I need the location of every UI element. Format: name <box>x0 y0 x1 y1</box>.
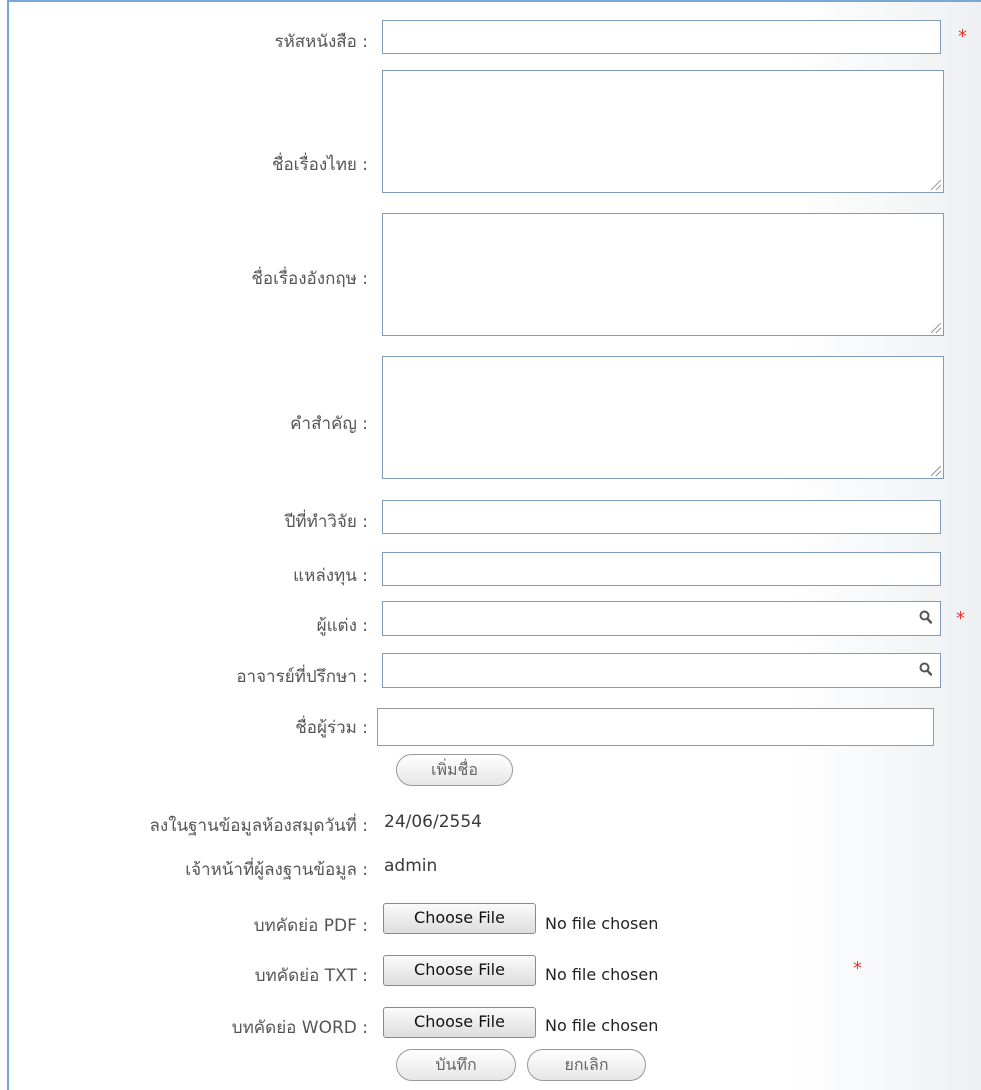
library-date-value: 24/06/2554 <box>384 812 482 832</box>
funding-source-label: แหล่งทุน : <box>293 566 368 586</box>
advisor-label: อาจารย์ที่ปรึกษา : <box>236 667 368 687</box>
staff-value: admin <box>384 856 438 876</box>
staff-label: เจ้าหน้าที่ผู้ลงฐานข้อมูล : <box>185 860 368 880</box>
funding-source-input[interactable] <box>382 552 941 586</box>
thai-title-label: ชื่อเรื่องไทย : <box>271 155 368 175</box>
abstract-txt-label: บทคัดย่อ TXT : <box>254 966 368 986</box>
co-author-label: ชื่อผู้ร่วม : <box>295 718 368 738</box>
english-title-label: ชื่อเรื่องอังกฤษ : <box>251 269 368 289</box>
abstract-word-label: บทคัดย่อ WORD : <box>231 1018 368 1038</box>
search-icon[interactable] <box>919 610 932 624</box>
cancel-button[interactable]: ยกเลิก <box>527 1049 646 1081</box>
save-button[interactable]: บันทึก <box>396 1049 516 1081</box>
search-icon[interactable] <box>919 662 932 676</box>
author-label: ผู้แต่ง : <box>316 616 368 636</box>
thai-title-textarea[interactable] <box>382 70 944 193</box>
research-year-input[interactable] <box>382 500 941 534</box>
english-title-textarea[interactable] <box>382 213 944 336</box>
co-author-input[interactable] <box>377 708 934 746</box>
required-mark: * <box>853 958 862 979</box>
add-name-button[interactable]: เพิ่มชื่อ <box>396 754 513 786</box>
library-date-label: ลงในฐานข้อมูลห้องสมุดวันที่ : <box>149 816 369 836</box>
no-file-text: No file chosen <box>545 914 659 933</box>
choose-file-button[interactable]: Choose File <box>383 955 536 986</box>
required-mark: * <box>956 608 965 629</box>
book-code-input[interactable] <box>382 20 941 54</box>
resize-grip-icon[interactable] <box>931 180 941 190</box>
choose-file-button[interactable]: Choose File <box>383 903 536 934</box>
choose-file-button[interactable]: Choose File <box>383 1007 536 1038</box>
book-code-label: รหัสหนังสือ : <box>274 32 368 52</box>
author-input[interactable] <box>382 601 941 636</box>
required-mark: * <box>958 26 967 47</box>
keywords-label: คำสำคัญ : <box>290 414 368 434</box>
resize-grip-icon[interactable] <box>931 323 941 333</box>
abstract-pdf-label: บทคัดย่อ PDF : <box>253 916 368 936</box>
keywords-textarea[interactable] <box>382 356 944 479</box>
resize-grip-icon[interactable] <box>931 466 941 476</box>
no-file-text: No file chosen <box>545 965 659 984</box>
research-year-label: ปีที่ทำวิจัย : <box>284 512 368 532</box>
no-file-text: No file chosen <box>545 1016 659 1035</box>
advisor-input[interactable] <box>382 653 941 688</box>
